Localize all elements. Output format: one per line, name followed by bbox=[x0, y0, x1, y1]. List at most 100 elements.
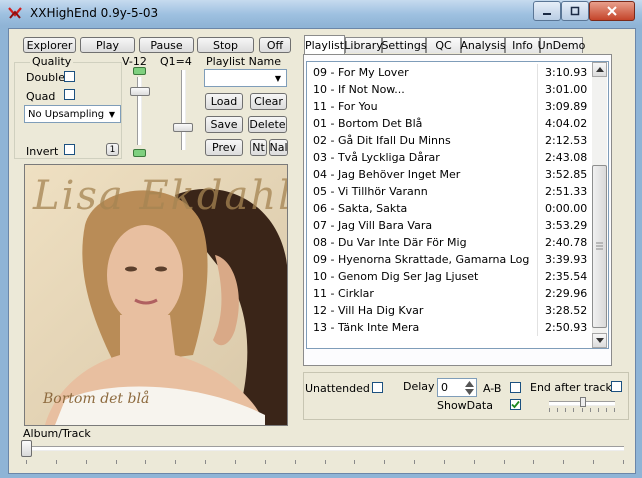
slider-tick bbox=[557, 408, 558, 412]
showdata-checkbox[interactable] bbox=[510, 399, 521, 410]
playlist-row[interactable]: 12 - Vill Ha Dig Kvar 3:28.52 bbox=[311, 302, 593, 319]
track-duration: 3:01.00 bbox=[545, 83, 588, 96]
tab-library[interactable]: Library bbox=[344, 37, 383, 53]
playlist-row[interactable]: 13 - Tänk Inte Mera 2:50.93 bbox=[311, 319, 593, 336]
maximize-icon bbox=[570, 6, 580, 16]
quad-label: Quad bbox=[26, 90, 56, 103]
playlist-row[interactable]: 10 - Genom Dig Ser Jag Ljuset 2:35.54 bbox=[311, 268, 593, 285]
slider-tick bbox=[145, 460, 146, 464]
q1-label: Q1=4 bbox=[160, 55, 192, 68]
tab-settings[interactable]: Settings bbox=[381, 37, 427, 53]
column-divider bbox=[537, 98, 538, 115]
nal-button[interactable]: Nal bbox=[269, 139, 288, 156]
slider-tick bbox=[384, 460, 385, 464]
playlist-row[interactable]: 11 - Cirklar 2:29.96 bbox=[311, 285, 593, 302]
playlist-row[interactable]: 05 - Vi Tillhör Varann 2:51.33 bbox=[311, 183, 593, 200]
scrollbar-thumb[interactable] bbox=[592, 165, 607, 328]
clear-button[interactable]: Clear bbox=[250, 93, 287, 110]
upsampling-select[interactable]: No Upsampling ▼ bbox=[24, 105, 121, 123]
pause-button[interactable]: Pause bbox=[139, 37, 194, 53]
checkmark-icon bbox=[511, 400, 520, 409]
slider-tick bbox=[56, 460, 57, 464]
scroll-down-button[interactable] bbox=[592, 333, 607, 348]
playlist-row[interactable]: 07 - Jag Vill Bara Vara 3:53.29 bbox=[311, 217, 593, 234]
column-divider bbox=[537, 183, 538, 200]
track-progress-thumb[interactable] bbox=[21, 440, 32, 457]
album-cover: Lisa Ekdahl Bortom det blå bbox=[24, 164, 288, 426]
column-divider bbox=[537, 302, 538, 319]
minimize-icon bbox=[543, 13, 551, 15]
delay-spinner[interactable]: 0 bbox=[437, 378, 477, 397]
title-bar[interactable]: XXHighEnd 0.9y-5-03 bbox=[0, 0, 642, 26]
tab-info[interactable]: Info bbox=[505, 37, 540, 53]
track-title: 09 - Hyenorna Skrattade, Gamarna Log bbox=[313, 253, 530, 266]
app-window: XXHighEnd 0.9y-5-03 Explorer Play Pause … bbox=[0, 0, 642, 478]
q1-slider-thumb[interactable] bbox=[173, 123, 193, 132]
playlist-row[interactable]: 04 - Jag Behöver Inget Mer 3:52.85 bbox=[311, 166, 593, 183]
playlist-row[interactable]: 08 - Du Var Inte Där För Mig 2:40.78 bbox=[311, 234, 593, 251]
track-duration: 4:04.02 bbox=[545, 117, 588, 130]
track-title: 11 - Cirklar bbox=[313, 287, 374, 300]
ab-checkbox[interactable] bbox=[510, 382, 521, 393]
slider-tick bbox=[175, 460, 176, 464]
v12-slider-thumb[interactable] bbox=[130, 87, 150, 96]
playlist-scrollbar[interactable] bbox=[592, 62, 607, 348]
tab-qc[interactable]: QC bbox=[426, 37, 461, 53]
column-divider bbox=[537, 285, 538, 302]
slider-tick bbox=[86, 460, 87, 464]
playlist-name-select[interactable]: ▼ bbox=[204, 69, 287, 87]
playlist-row[interactable]: 11 - For You 3:09.89 bbox=[311, 98, 593, 115]
play-button[interactable]: Play bbox=[80, 37, 135, 53]
slider-tick bbox=[205, 460, 206, 464]
unattended-checkbox[interactable] bbox=[372, 382, 383, 393]
delay-value: 0 bbox=[441, 381, 448, 394]
nt-button[interactable]: Nt bbox=[250, 139, 267, 156]
slider-tick bbox=[295, 460, 296, 464]
quad-checkbox[interactable] bbox=[64, 89, 75, 100]
playlist-row[interactable]: 03 - Två Lyckliga Dårar 2:43.08 bbox=[311, 149, 593, 166]
quality-one-button[interactable]: 1 bbox=[106, 143, 119, 156]
off-button[interactable]: Off bbox=[259, 37, 291, 53]
invert-checkbox[interactable] bbox=[64, 144, 75, 155]
end-after-track-checkbox[interactable] bbox=[611, 381, 622, 392]
album-track-label: Album/Track bbox=[23, 427, 91, 440]
showdata-label: ShowData bbox=[437, 399, 493, 412]
close-button[interactable] bbox=[589, 1, 635, 21]
scroll-up-button[interactable] bbox=[592, 62, 607, 77]
column-divider bbox=[537, 268, 538, 285]
playlist-row[interactable]: 06 - Sakta, Sakta 0:00.00 bbox=[311, 200, 593, 217]
double-checkbox[interactable] bbox=[64, 71, 75, 82]
track-progress-track[interactable] bbox=[26, 446, 624, 451]
tab-playlist[interactable]: Playlist bbox=[304, 35, 345, 54]
playlist-row[interactable]: 10 - If Not Now... 3:01.00 bbox=[311, 81, 593, 98]
save-button[interactable]: Save bbox=[205, 116, 243, 133]
track-title: 05 - Vi Tillhör Varann bbox=[313, 185, 428, 198]
spin-up-icon[interactable] bbox=[464, 380, 475, 388]
playlist-list[interactable]: 09 - For My Lover 3:10.93 10 - If Not Now.… bbox=[306, 61, 609, 349]
playlist-row[interactable]: 02 - Gå Dit Ifall Du Minns 2:12.53 bbox=[311, 132, 593, 149]
slider-tick bbox=[582, 408, 583, 412]
tab-analysis[interactable]: Analysis bbox=[460, 37, 506, 53]
stop-button[interactable]: Stop bbox=[197, 37, 254, 53]
q1-slider-track[interactable] bbox=[181, 70, 186, 150]
spin-down-icon[interactable] bbox=[464, 388, 475, 396]
tab-undemo[interactable]: UnDemo bbox=[538, 37, 585, 53]
track-duration: 2:43.08 bbox=[545, 151, 588, 164]
maximize-button[interactable] bbox=[561, 1, 589, 21]
playlist-row[interactable]: 09 - For My Lover 3:10.93 bbox=[311, 64, 593, 81]
slider-tick bbox=[623, 460, 624, 464]
volume-slider-thumb[interactable] bbox=[580, 397, 586, 407]
explorer-button[interactable]: Explorer bbox=[23, 37, 76, 53]
minimize-button[interactable] bbox=[533, 1, 561, 21]
playlist-row[interactable]: 01 - Bortom Det Blå 4:04.02 bbox=[311, 115, 593, 132]
chevron-down-icon bbox=[595, 338, 604, 343]
delete-button[interactable]: Delete bbox=[248, 116, 287, 133]
track-title: 13 - Tänk Inte Mera bbox=[313, 321, 420, 334]
track-title: 04 - Jag Behöver Inget Mer bbox=[313, 168, 461, 181]
slider-tick bbox=[565, 408, 566, 412]
playlist-row[interactable]: 09 - Hyenorna Skrattade, Gamarna Log 3:39… bbox=[311, 251, 593, 268]
track-progress-ticks bbox=[26, 460, 624, 465]
load-button[interactable]: Load bbox=[205, 93, 243, 110]
prev-button[interactable]: Prev bbox=[205, 139, 243, 156]
column-divider bbox=[537, 200, 538, 217]
